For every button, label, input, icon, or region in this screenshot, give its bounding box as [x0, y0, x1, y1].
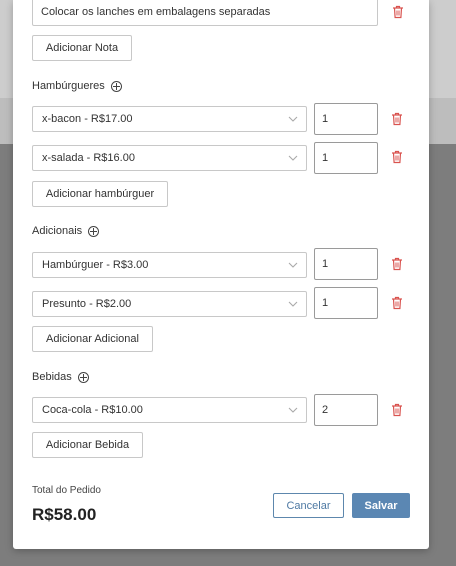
quantity-input[interactable]: 1 — [314, 248, 378, 280]
chevron-down-icon — [288, 407, 298, 413]
item-select[interactable]: Coca-cola - R$10.00 — [32, 397, 307, 423]
item-select[interactable]: Presunto - R$2.00 — [32, 291, 307, 317]
chevron-down-icon — [288, 301, 298, 307]
order-modal: Colocar os lanches em embalagens separad… — [13, 0, 429, 549]
section-title: Adicionais — [32, 225, 83, 237]
trash-icon[interactable] — [391, 296, 403, 310]
item-select[interactable]: Hambúrguer - R$3.00 — [32, 252, 307, 278]
plus-circle-icon[interactable] — [77, 371, 89, 383]
add-bebida-button[interactable]: Adicionar Bebida — [32, 432, 143, 458]
section-title: Bebidas — [32, 371, 72, 383]
cancel-button[interactable]: Cancelar — [273, 493, 344, 518]
section-hamburgueres: Hambúrgueres — [32, 80, 122, 92]
quantity-input[interactable]: 1 — [314, 287, 378, 319]
chevron-down-icon — [288, 262, 298, 268]
item-select-value: x-bacon - R$17.00 — [42, 113, 133, 125]
section-bebidas: Bebidas — [32, 371, 89, 383]
add-adicional-button[interactable]: Adicionar Adicional — [32, 326, 153, 352]
section-adicionais: Adicionais — [32, 225, 100, 237]
trash-icon[interactable] — [391, 403, 403, 417]
item-select[interactable]: x-bacon - R$17.00 — [32, 106, 307, 132]
add-hamburguer-button[interactable]: Adicionar hambúrguer — [32, 181, 168, 207]
trash-icon[interactable] — [391, 112, 403, 126]
trash-icon[interactable] — [391, 150, 403, 164]
item-select-value: Coca-cola - R$10.00 — [42, 404, 143, 416]
save-button[interactable]: Salvar — [352, 493, 410, 518]
total-label: Total do Pedido — [32, 485, 101, 496]
note-field[interactable]: Colocar os lanches em embalagens separad… — [32, 0, 378, 26]
trash-icon[interactable] — [392, 5, 404, 19]
quantity-input[interactable]: 1 — [314, 103, 378, 135]
chevron-down-icon — [288, 155, 298, 161]
plus-circle-icon[interactable] — [88, 225, 100, 237]
add-note-button[interactable]: Adicionar Nota — [32, 35, 132, 61]
quantity-input[interactable]: 1 — [314, 142, 378, 174]
chevron-down-icon — [288, 116, 298, 122]
item-select-value: Presunto - R$2.00 — [42, 298, 132, 310]
item-select-value: Hambúrguer - R$3.00 — [42, 259, 149, 271]
item-select-value: x-salada - R$16.00 — [42, 152, 135, 164]
quantity-input[interactable]: 2 — [314, 394, 378, 426]
plus-circle-icon[interactable] — [110, 80, 122, 92]
item-select[interactable]: x-salada - R$16.00 — [32, 145, 307, 171]
trash-icon[interactable] — [391, 257, 403, 271]
total-value: R$58.00 — [32, 505, 97, 524]
section-title: Hambúrgueres — [32, 80, 105, 92]
